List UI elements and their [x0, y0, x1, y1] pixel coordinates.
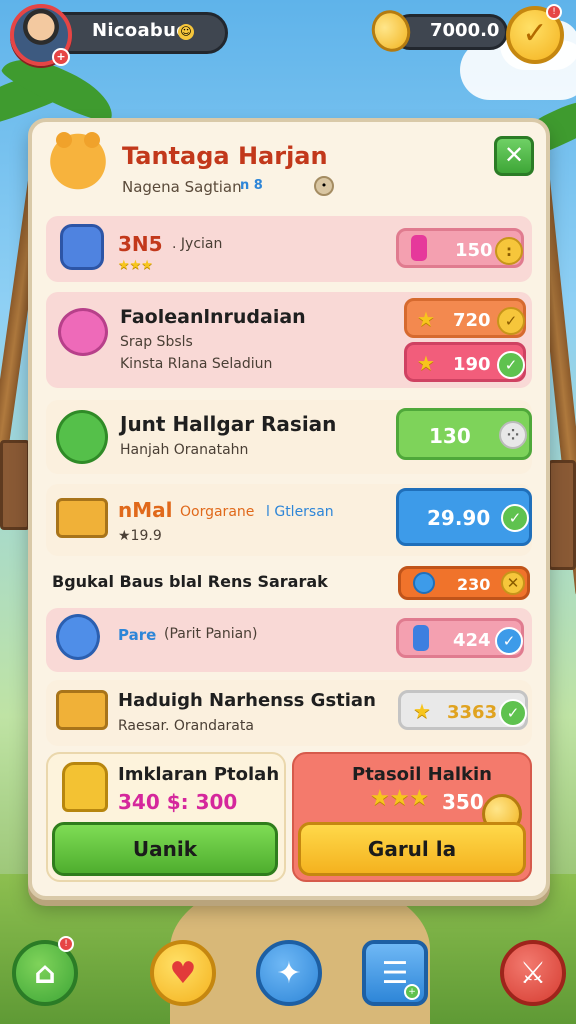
fence [548, 460, 576, 570]
blue-creature-icon [56, 614, 100, 660]
row-title: nMal [118, 498, 173, 522]
row-title: Haduigh Narhenss Gstian [118, 690, 376, 711]
section-heading: Bgukal Baus blal Rens Sararak [52, 572, 328, 591]
price-button[interactable]: 29.90 ✓ [396, 488, 532, 546]
potion-icon [413, 625, 429, 651]
notification-badge: ! [58, 936, 74, 952]
card-title: Ptasoil Halkin [352, 764, 492, 785]
coin-value: 7000.0 [430, 20, 500, 41]
panel-title: Tantaga Harjan [122, 142, 328, 170]
price-button[interactable]: ★ 3363 ✓ [398, 690, 528, 730]
bear-mascot-icon [46, 130, 110, 200]
shop-row[interactable]: Junt Hallgar Rasian Hanjah Oranatahn 130… [46, 400, 532, 474]
shop-row[interactable]: nMal Oorgarane l Gtlersan ★19.9 29.90 ✓ [46, 484, 532, 556]
star-rating: ★★★ [118, 258, 153, 273]
bunny-trophy-icon [62, 762, 108, 812]
panel-subtitle: Nagena Sagtian [122, 178, 242, 196]
potion-icon [411, 235, 427, 261]
row-title-tail: (Parit Panian) [164, 626, 258, 642]
row-title: 3N5 [118, 232, 163, 256]
smile-icon: : [495, 237, 523, 265]
row-title: Pare [118, 626, 157, 644]
treasure-chest-icon [56, 498, 108, 538]
heart-nav-button[interactable]: ♥ [150, 940, 216, 1006]
row-title-mid: Oorgarane [180, 504, 255, 520]
green-cat-icon [56, 410, 108, 464]
card-value: 350 [442, 790, 484, 814]
row-subtitle: Hanjah Oranatahn [120, 442, 249, 458]
smile-icon: ☺ [178, 24, 194, 40]
close-icon: ✕ [501, 571, 525, 595]
shop-row[interactable]: Pare (Parit Panian) 424 ✓ [46, 608, 532, 672]
row-subtitle: Kinsta Rlana Seladiun [120, 356, 273, 372]
price-button[interactable]: 424 ✓ [396, 618, 524, 658]
star-icon: ★ [417, 351, 435, 375]
price-value: 190 [453, 354, 491, 375]
price-button[interactable]: 130 ⁘ [396, 408, 532, 460]
close-button[interactable]: ✕ [494, 136, 534, 176]
buy-button[interactable]: Uanik [52, 822, 278, 876]
row-subtitle: Raesar. Orandarata [118, 718, 254, 734]
shop-row[interactable]: Faoleanlnrudaian Srap Sbsls Kinsta Rlana… [46, 292, 532, 388]
shop-row[interactable]: 3N5 . Jycian ★★★ 150 : [46, 216, 532, 282]
check-icon: ✓ [499, 699, 527, 727]
face-icon: • [314, 176, 334, 196]
price-value: 424 [453, 630, 491, 651]
card-title: Imklaran Ptolah [118, 764, 280, 785]
row-title: Faoleanlnrudaian [120, 306, 306, 328]
price-button[interactable]: ★ 190 ✓ [404, 342, 526, 382]
row-title: Junt Hallgar Rasian [120, 412, 337, 436]
check-icon: ✓ [497, 351, 525, 379]
price-value: 130 [429, 424, 471, 448]
price-button[interactable]: 150 : [396, 228, 524, 268]
player-name: Nicoabuo [92, 20, 189, 41]
star-rating: ★★★ [370, 786, 430, 811]
blue-monster-icon [60, 224, 104, 270]
shop-row[interactable]: Haduigh Narhenss Gstian Raesar. Orandara… [46, 680, 532, 746]
row-title-suffix: . Jycian [172, 236, 223, 252]
row-subtitle: Srap Sbsls [120, 334, 193, 350]
check-icon: ✓ [495, 627, 523, 655]
treasure-chest-icon [56, 690, 108, 730]
price-value: 720 [453, 310, 491, 331]
notification-badge: + [404, 984, 420, 1000]
price-button[interactable]: 230 ✕ [398, 566, 530, 600]
row-title-tail: l Gtlersan [266, 504, 334, 520]
chat-nav-button[interactable]: ✦ [256, 940, 322, 1006]
subtitle-tags: n 8 [240, 178, 263, 193]
dice-icon: ⁘ [499, 421, 527, 449]
check-icon: ✓ [501, 504, 529, 532]
sword-nav-button[interactable]: ⚔ [500, 940, 566, 1006]
price-value: 29.90 [427, 506, 491, 530]
notification-badge: ! [546, 4, 562, 20]
pink-pig-icon [58, 308, 108, 356]
gem-icon [413, 572, 435, 594]
star-icon: ★ [417, 307, 435, 331]
avatar-badge: + [52, 48, 70, 66]
claim-button[interactable]: Garul la [298, 822, 526, 876]
check-icon: ✓ [497, 307, 525, 335]
price-button[interactable]: ★ 720 ✓ [404, 298, 526, 338]
card-price: 340 $: 300 [118, 790, 238, 814]
star-icon: ★ [413, 699, 431, 723]
price-value: 150 [455, 240, 493, 261]
price-value: 3363 [447, 702, 498, 723]
fence [0, 440, 30, 530]
row-subtitle: ★19.9 [118, 528, 162, 544]
price-value: 230 [457, 575, 491, 594]
